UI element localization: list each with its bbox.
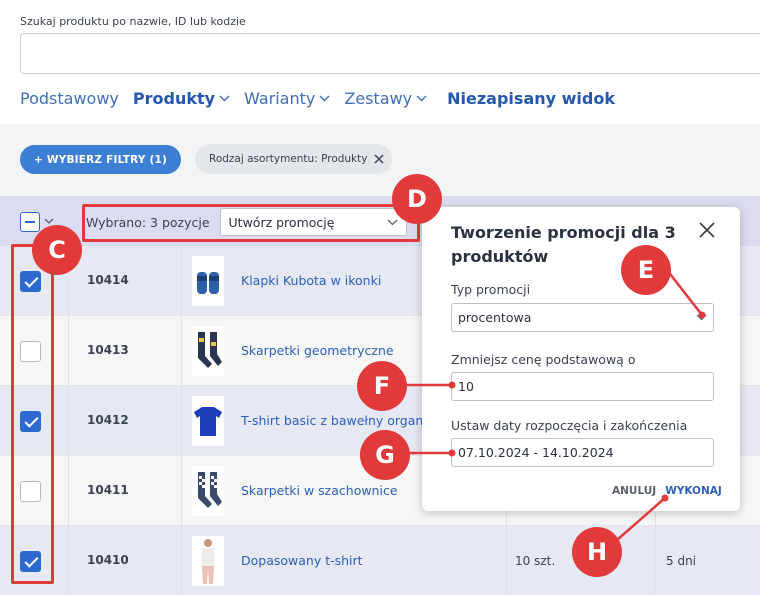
reduce-price-value: 10 xyxy=(458,379,474,394)
annotation-badge-f: F xyxy=(357,361,407,411)
product-name-link[interactable]: Klapki Kubota w ikonki xyxy=(241,273,381,288)
product-thumbnail-checkered-socks xyxy=(192,466,224,516)
stock-quantity: 10 szt. xyxy=(515,554,556,568)
tab-label: Warianty xyxy=(244,89,316,108)
search-input[interactable] xyxy=(20,33,760,74)
table-row[interactable]: 10410 Dopasowany t-shirt 10 szt. 5 dni xyxy=(0,526,760,595)
filter-chip: Rodzaj asortymentu: Produkty xyxy=(195,144,392,174)
create-promotion-dialog: Tworzenie promocji dla 3 produktów Typ p… xyxy=(422,207,740,511)
date-range-label: Ustaw daty rozpoczęcia i zakończenia xyxy=(451,418,688,433)
product-id: 10410 xyxy=(87,553,129,567)
tab-label: Produkty xyxy=(132,89,216,108)
date-range-input[interactable]: 07.10.2024 - 14.10.2024 xyxy=(451,438,714,467)
product-id: 10412 xyxy=(87,413,129,427)
reduce-price-input[interactable]: 10 xyxy=(451,372,714,401)
chevron-down-icon xyxy=(416,95,427,102)
search-label: Szukaj produktu po nazwie, ID lub kodzie xyxy=(20,15,246,28)
chevron-down-icon xyxy=(319,95,330,102)
product-name-link[interactable]: Dopasowany t-shirt xyxy=(241,553,363,568)
choose-filters-button[interactable]: + WYBIERZ FILTRY (1) xyxy=(20,145,181,174)
divider xyxy=(655,526,656,595)
annotation-box-selection xyxy=(82,204,420,242)
divider xyxy=(181,386,182,456)
product-thumbnail-tshirt xyxy=(192,396,224,446)
product-id: 10413 xyxy=(87,343,129,357)
divider xyxy=(506,526,507,595)
product-id: 10414 xyxy=(87,273,129,287)
divider xyxy=(68,386,69,456)
dialog-actions: ANULUJ WYKONAJ xyxy=(612,485,722,497)
product-name-link[interactable]: Skarpetki geometryczne xyxy=(241,343,394,358)
product-id: 10411 xyxy=(87,483,129,497)
filter-chip-label: Rodzaj asortymentu: Produkty xyxy=(209,153,368,165)
divider xyxy=(68,456,69,526)
product-thumbnail-slippers xyxy=(192,256,224,306)
divider xyxy=(181,456,182,526)
promotion-type-value: procentowa xyxy=(458,310,532,325)
view-tabs: Podstawowy Produkty Warianty Zestawy Nie… xyxy=(20,89,629,108)
tab-label: Podstawowy xyxy=(20,89,119,108)
delivery-time: 5 dni xyxy=(666,554,697,568)
chevron-down-icon xyxy=(696,314,707,321)
select-all-checkbox[interactable] xyxy=(20,212,40,232)
tab-label: Zestawy xyxy=(344,89,413,108)
annotation-badge-c: C xyxy=(32,225,82,275)
product-name-link[interactable]: Skarpetki w szachownice xyxy=(241,483,398,498)
annotation-badge-g: G xyxy=(360,430,410,480)
close-icon[interactable] xyxy=(696,219,718,241)
cancel-button[interactable]: ANULUJ xyxy=(612,485,656,497)
product-thumbnail-socks xyxy=(192,326,224,376)
execute-button[interactable]: WYKONAJ xyxy=(665,485,722,497)
tab-produkty[interactable]: Produkty xyxy=(133,89,230,108)
annotation-badge-d: D xyxy=(392,174,442,224)
annotation-badge-e: E xyxy=(621,245,671,295)
divider xyxy=(181,316,182,386)
tab-podstawowy[interactable]: Podstawowy xyxy=(20,89,119,108)
chevron-down-icon[interactable] xyxy=(44,218,54,225)
divider xyxy=(68,316,69,386)
divider xyxy=(181,526,182,595)
tab-warianty[interactable]: Warianty xyxy=(244,89,330,108)
top-panel: Szukaj produktu po nazwie, ID lub kodzie… xyxy=(0,0,760,124)
reduce-price-label: Zmniejsz cenę podstawową o xyxy=(451,352,636,367)
close-icon[interactable] xyxy=(374,154,385,164)
unsaved-view-label[interactable]: Niezapisany widok xyxy=(447,89,615,108)
promotion-type-select[interactable]: procentowa xyxy=(451,303,714,332)
divider xyxy=(181,246,182,316)
date-range-value: 07.10.2024 - 14.10.2024 xyxy=(458,445,614,460)
tab-zestawy[interactable]: Zestawy xyxy=(344,89,427,108)
promotion-type-label: Typ promocji xyxy=(451,282,531,297)
annotation-badge-h: H xyxy=(572,527,622,577)
divider xyxy=(68,526,69,595)
product-thumbnail-model xyxy=(192,536,224,586)
product-name-link[interactable]: T-shirt basic z bawełny organicz xyxy=(241,413,440,428)
annotation-box-checkboxes xyxy=(11,244,54,584)
chevron-down-icon xyxy=(219,95,230,102)
